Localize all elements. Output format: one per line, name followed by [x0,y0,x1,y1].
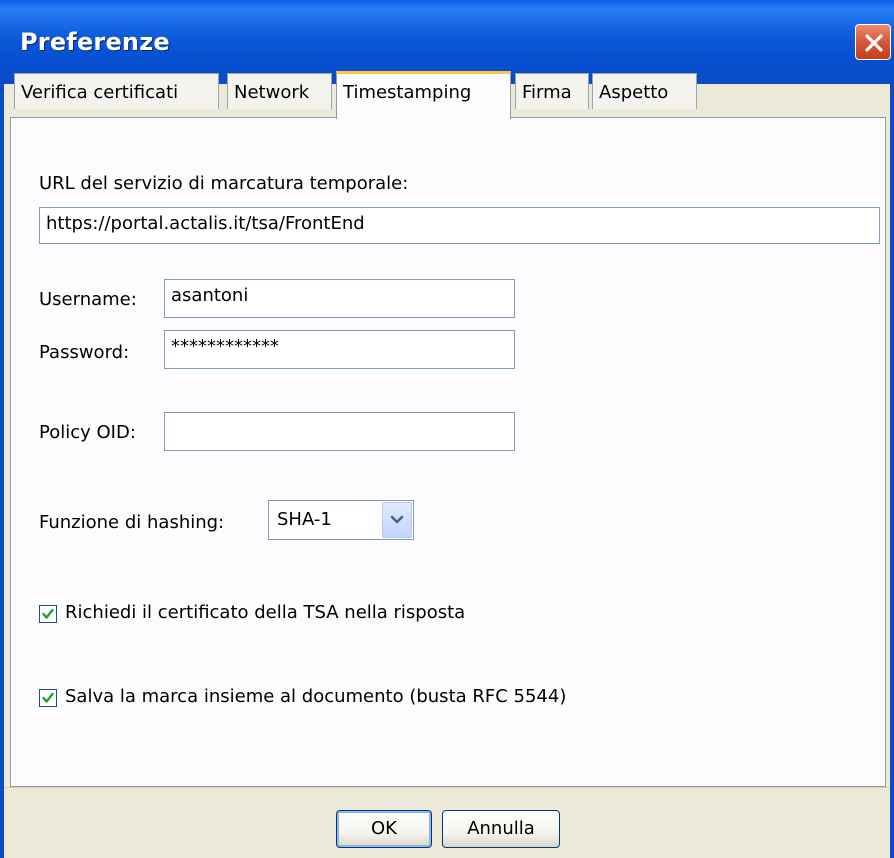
hashing-select[interactable]: SHA-1 [268,500,414,540]
tsa-certificate-label[interactable]: Richiedi il certificato della TSA nella … [65,602,465,623]
tab-timestamping[interactable]: Timestamping [336,71,511,119]
hashing-selected-value: SHA-1 [277,509,332,530]
tab-panel-timestamping: URL del servizio di marcatura temporale:… [10,117,886,787]
tsa-certificate-checkbox[interactable] [39,605,57,623]
tab-network[interactable]: Network [227,73,332,109]
policy-oid-field[interactable] [164,412,515,451]
password-label: Password: [39,342,130,363]
close-button[interactable] [855,24,891,60]
password-field[interactable]: ************ [164,330,515,369]
window-title: Preferenze [20,28,170,56]
username-label: Username: [39,289,137,310]
tab-verifica-certificati[interactable]: Verifica certificati [14,73,219,109]
save-timestamp-checkbox[interactable] [39,689,57,707]
ok-button[interactable]: OK [336,810,432,848]
username-field[interactable]: asantoni [164,279,515,318]
url-label: URL del servizio di marcatura temporale: [39,173,409,194]
save-timestamp-label[interactable]: Salva la marca insieme al documento (bus… [65,686,566,707]
hashing-label: Funzione di hashing: [39,512,225,533]
preferences-dialog: Preferenze URL del servizio di marcatura… [0,0,894,858]
dialog-button-bar: OK Annulla [4,787,890,858]
policy-oid-label: Policy OID: [39,422,136,443]
tab-firma[interactable]: Firma [515,73,589,109]
window-border-left [0,84,4,858]
cancel-button[interactable]: Annulla [442,810,560,848]
window-border-right [890,84,894,858]
url-field[interactable]: https://portal.actalis.it/tsa/FrontEnd [39,207,880,244]
dropdown-button[interactable] [382,502,412,538]
tab-aspetto[interactable]: Aspetto [592,73,697,109]
